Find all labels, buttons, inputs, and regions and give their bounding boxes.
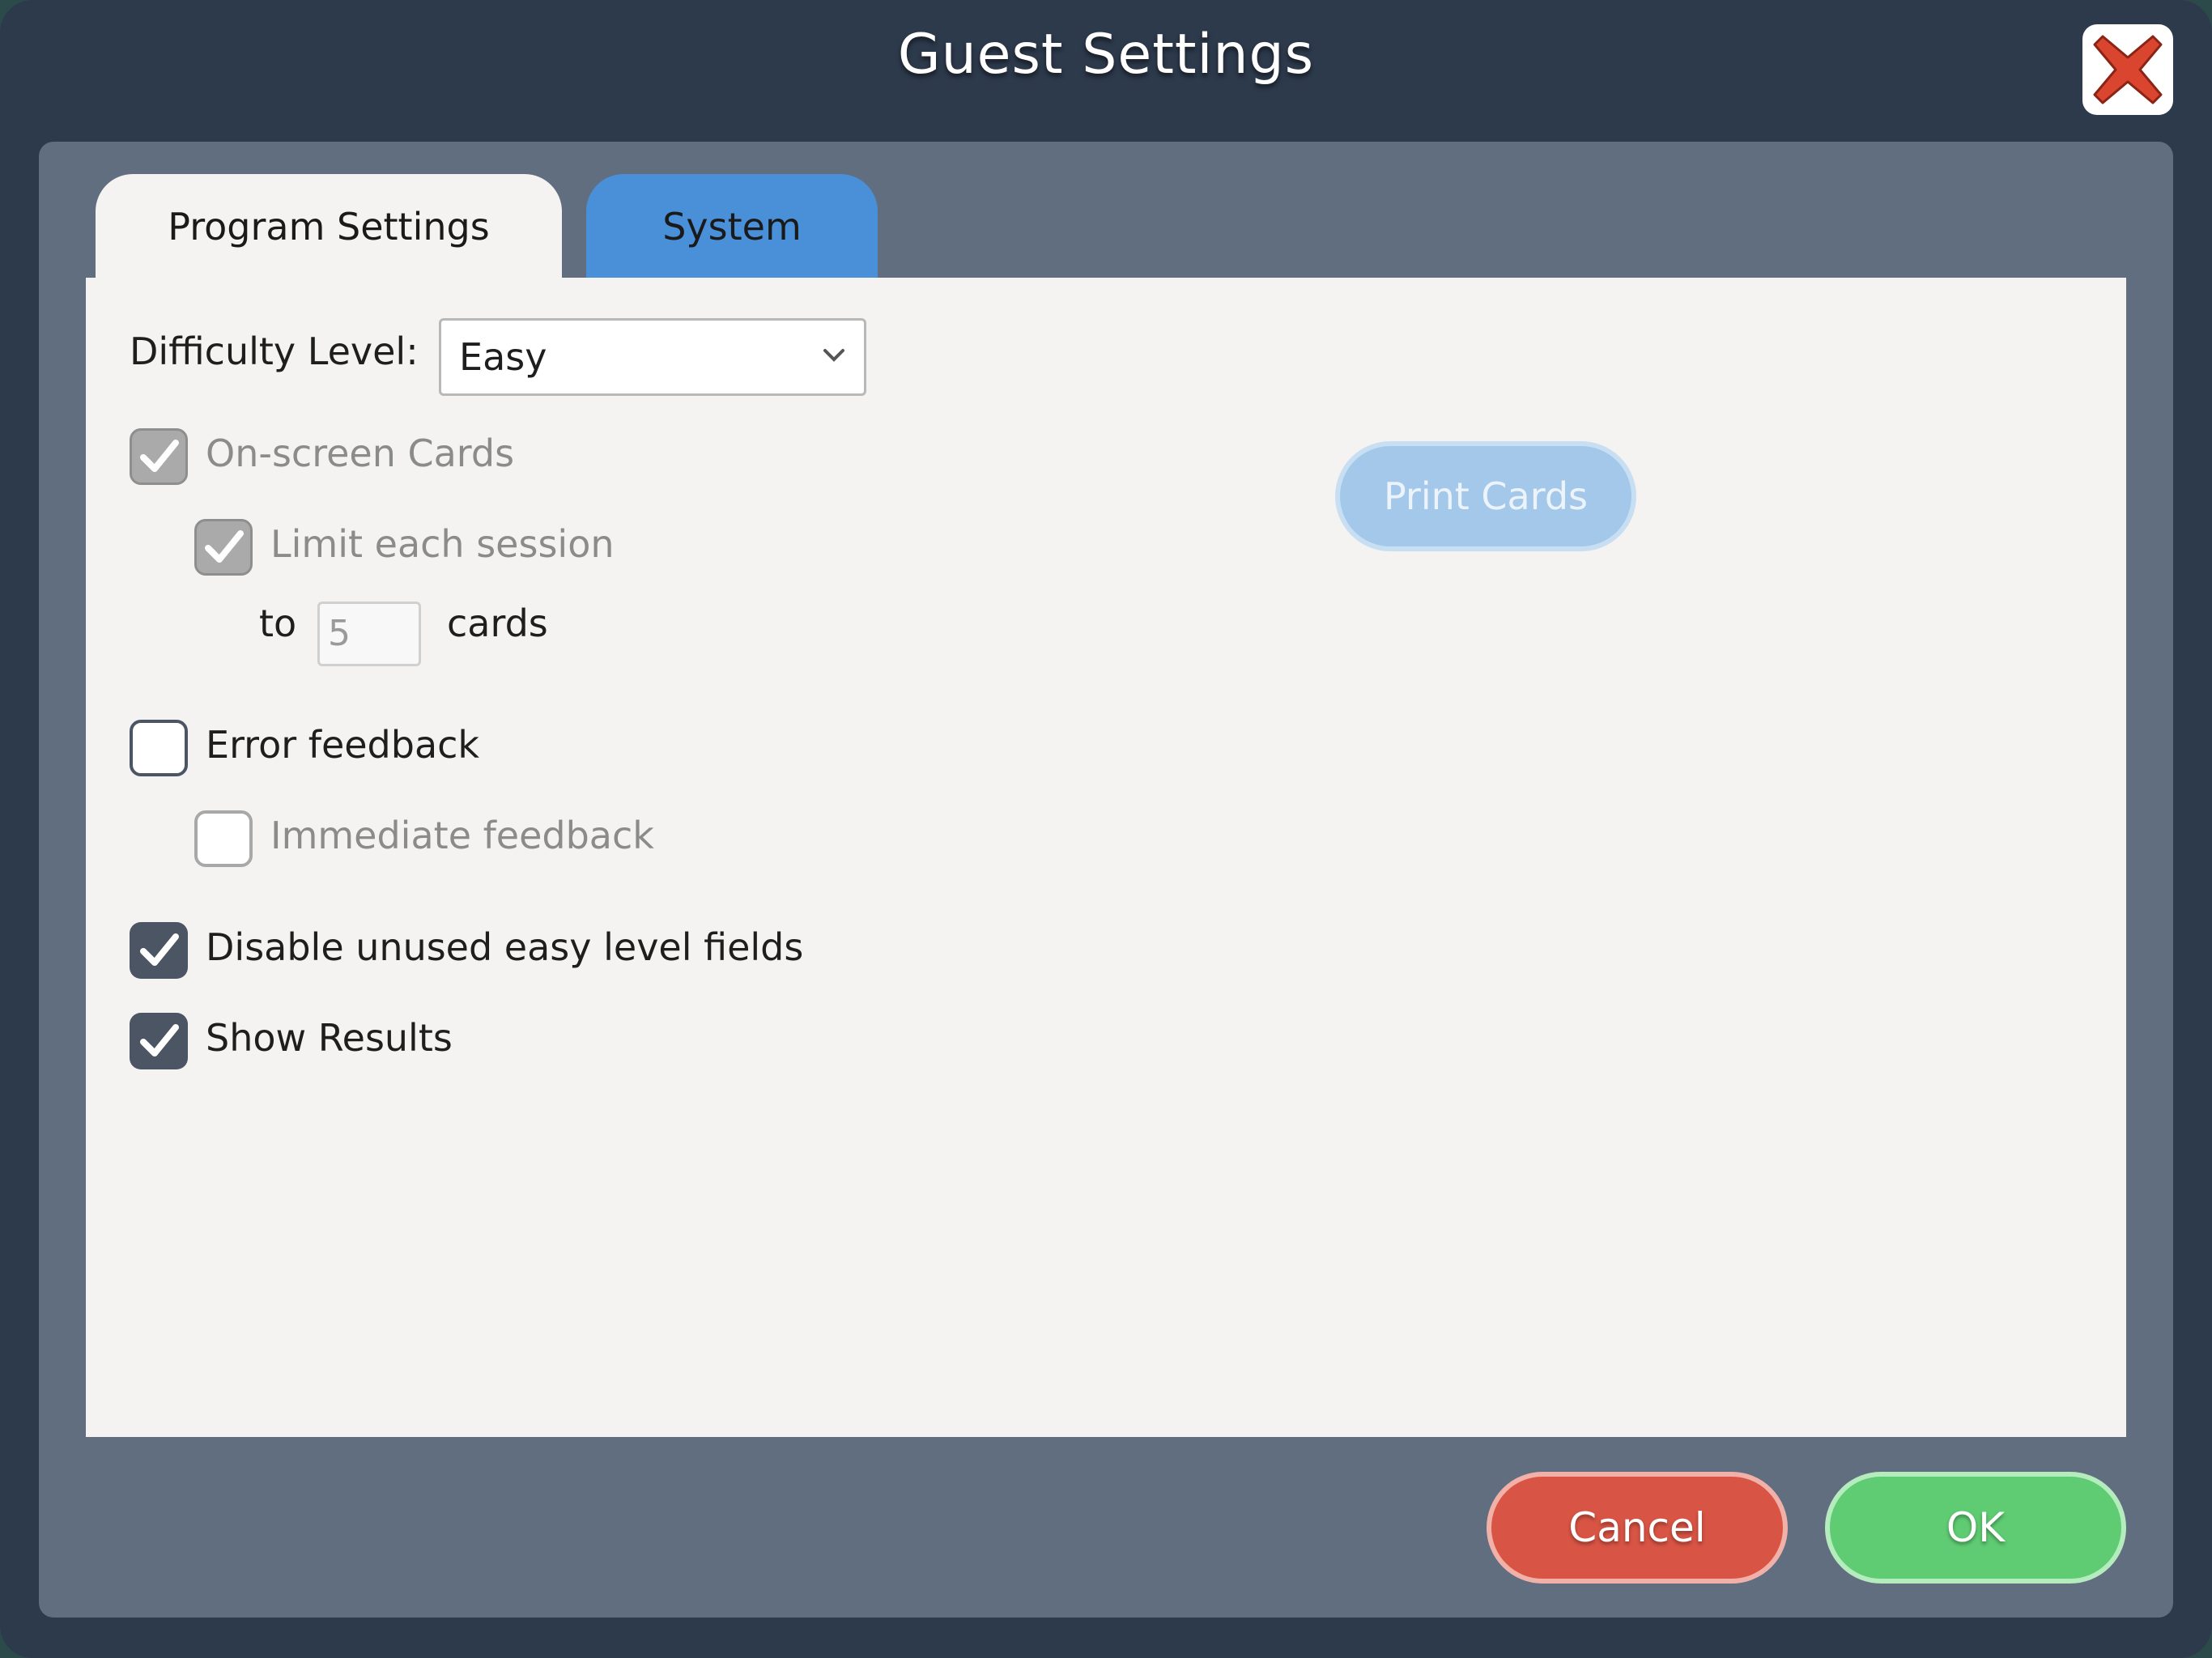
tab-program-settings[interactable]: Program Settings xyxy=(96,174,562,279)
difficulty-value: Easy xyxy=(459,335,547,379)
ok-button[interactable]: OK xyxy=(1825,1472,2126,1584)
checkmark-icon xyxy=(140,440,179,472)
guest-settings-dialog: Guest Settings Program Settings System D… xyxy=(0,0,2212,1658)
tab-label: System xyxy=(662,205,802,249)
chevron-down-icon xyxy=(823,349,844,362)
error-feedback-label: Error feedback xyxy=(206,723,480,767)
onscreen-cards-label: On-screen Cards xyxy=(206,432,515,475)
card-limit-input[interactable]: 5 xyxy=(317,602,421,666)
immediate-feedback-label: Immediate feedback xyxy=(270,814,654,857)
error-feedback-checkbox[interactable] xyxy=(130,720,188,776)
checkmark-icon xyxy=(140,1024,179,1056)
close-button[interactable] xyxy=(2082,24,2173,115)
checkmark-icon xyxy=(140,933,179,966)
onscreen-cards-checkbox[interactable] xyxy=(130,428,188,485)
close-x-icon xyxy=(2093,35,2163,104)
program-settings-panel: Difficulty Level: Easy On-screen Cards L… xyxy=(86,278,2126,1437)
disable-unused-checkbox[interactable] xyxy=(130,922,188,979)
dialog-body: Program Settings System Difficulty Level… xyxy=(39,142,2173,1618)
to-label: to xyxy=(259,602,297,645)
difficulty-label: Difficulty Level: xyxy=(130,329,419,373)
dialog-title: Guest Settings xyxy=(897,23,1315,87)
checkmark-icon xyxy=(205,530,244,563)
disable-unused-label: Disable unused easy level fields xyxy=(206,925,804,969)
show-results-label: Show Results xyxy=(206,1016,453,1060)
limit-session-label: Limit each session xyxy=(270,522,615,566)
cancel-button[interactable]: Cancel xyxy=(1487,1472,1788,1584)
limit-session-checkbox[interactable] xyxy=(194,519,253,576)
print-cards-button[interactable]: Print Cards xyxy=(1335,441,1636,551)
cards-label: cards xyxy=(447,602,548,645)
immediate-feedback-checkbox[interactable] xyxy=(194,810,253,867)
show-results-checkbox[interactable] xyxy=(130,1013,188,1069)
tab-label: Program Settings xyxy=(168,205,490,249)
difficulty-select[interactable]: Easy xyxy=(439,318,866,396)
tab-system[interactable]: System xyxy=(586,174,878,279)
